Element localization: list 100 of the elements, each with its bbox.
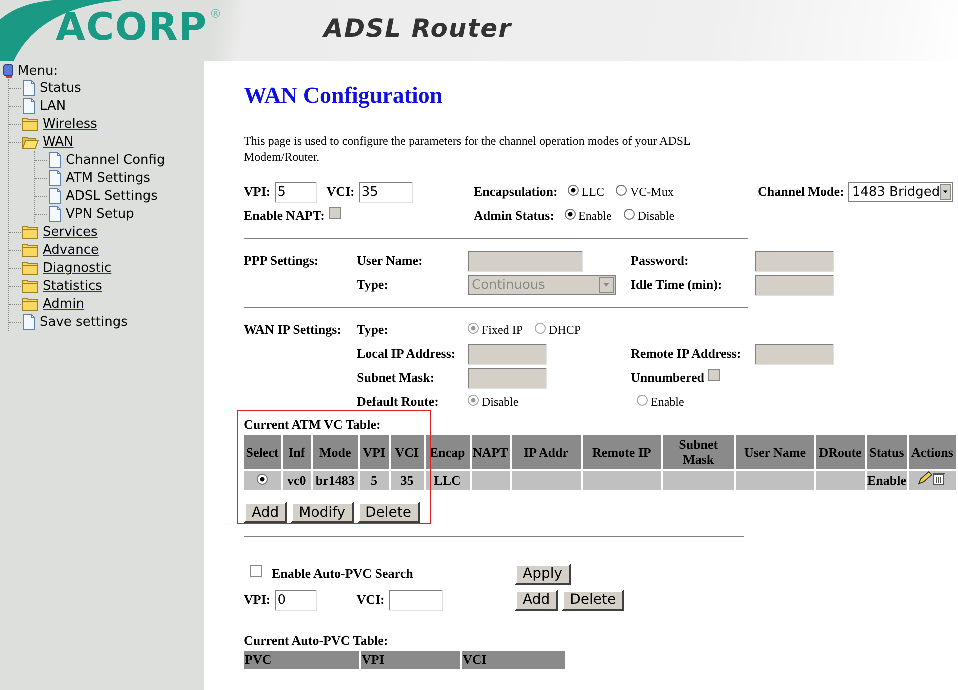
menu-item[interactable]: Status bbox=[40, 80, 82, 96]
vpi-field[interactable]: 5 bbox=[274, 182, 317, 202]
menu-item[interactable]: ADSL Settings bbox=[66, 188, 158, 204]
field-label: Subnet Mask: bbox=[357, 370, 436, 386]
folder-icon bbox=[22, 117, 39, 131]
table-button[interactable]: Modify bbox=[291, 502, 354, 523]
pvc-button[interactable]: Add bbox=[515, 590, 558, 610]
checkbox-label: Enable Auto-PVC Search bbox=[272, 566, 414, 582]
table-cell: br1483 bbox=[312, 471, 358, 490]
radio-label: VC-Mux bbox=[630, 184, 674, 200]
folder-icon bbox=[22, 225, 39, 239]
field-label: VCI: bbox=[326, 184, 355, 200]
logo: ACORP® bbox=[56, 4, 223, 48]
table-cell: Enable bbox=[866, 471, 907, 490]
column-header: VPI bbox=[360, 435, 389, 469]
page-icon bbox=[48, 206, 62, 222]
field-label: Default Route: bbox=[357, 394, 440, 410]
channel-mode-select[interactable]: 1483 Bridged bbox=[848, 182, 954, 202]
table-title: Current ATM VC Table: bbox=[244, 417, 382, 433]
menu-item[interactable]: Wireless bbox=[43, 116, 98, 132]
menu-item[interactable]: VPN Setup bbox=[66, 206, 134, 222]
field-label: Enable NAPT: bbox=[244, 208, 326, 224]
vpi-field[interactable]: 0 bbox=[274, 590, 317, 610]
field-label: Idle Time (min): bbox=[631, 277, 724, 293]
radio-label: Enable bbox=[651, 394, 684, 410]
radio-button[interactable] bbox=[568, 184, 579, 196]
column-header: VCI bbox=[390, 435, 424, 469]
menu-item[interactable]: LAN bbox=[40, 98, 66, 114]
menu-item[interactable]: Channel Config bbox=[66, 152, 166, 168]
field-label: Type: bbox=[357, 322, 390, 338]
column-header: IP Addr bbox=[512, 435, 582, 469]
column-header: VPI bbox=[361, 651, 460, 669]
field-label: Local IP Address: bbox=[357, 346, 457, 362]
radio-button[interactable] bbox=[256, 474, 268, 484]
page-title: WAN Configuration bbox=[244, 83, 444, 109]
column-header: NAPT bbox=[472, 435, 510, 469]
field-label: Admin Status: bbox=[474, 208, 555, 224]
folder-icon bbox=[22, 297, 39, 311]
column-header: Select bbox=[244, 435, 281, 469]
table-cell: 5 bbox=[360, 471, 389, 490]
menu-item[interactable]: Diagnostic bbox=[43, 260, 112, 276]
menu-item[interactable]: Advance bbox=[43, 242, 99, 258]
column-header: Status bbox=[866, 435, 907, 469]
page-icon bbox=[48, 170, 62, 186]
table-title: Current Auto-PVC Table: bbox=[244, 633, 390, 649]
pvc-button[interactable]: Delete bbox=[562, 590, 624, 610]
page-icon bbox=[48, 152, 62, 168]
menu-item[interactable]: Services bbox=[43, 224, 98, 240]
menu-item[interactable]: Save settings bbox=[40, 314, 128, 330]
column-header: Remote IP bbox=[583, 435, 661, 469]
edit-delete-icons[interactable] bbox=[917, 471, 948, 486]
page-icon bbox=[22, 80, 36, 96]
field-label: Unnumbered bbox=[631, 370, 704, 386]
field-label: VPI: bbox=[244, 592, 271, 608]
page-icon bbox=[22, 314, 36, 330]
column-header: User Name bbox=[736, 435, 814, 469]
column-header: DRoute bbox=[816, 435, 865, 469]
field-label: Remote IP Address: bbox=[631, 346, 742, 362]
radio-label: Fixed IP bbox=[482, 322, 524, 338]
open-folder-icon bbox=[22, 135, 39, 149]
checkbox[interactable] bbox=[250, 565, 262, 577]
radio-label: LLC bbox=[582, 184, 604, 200]
table-button[interactable]: Delete bbox=[358, 502, 420, 523]
vci-field[interactable]: 35 bbox=[358, 182, 413, 202]
table-button[interactable]: Add bbox=[244, 502, 288, 523]
table-cell: vc0 bbox=[282, 471, 311, 490]
field-label: Channel Mode: bbox=[758, 184, 844, 200]
column-header: Mode bbox=[312, 435, 358, 469]
app-title: ADSL Router bbox=[324, 14, 512, 43]
table-cell: LLC bbox=[426, 471, 470, 490]
table-cell: 35 bbox=[390, 471, 424, 490]
page-icon bbox=[48, 188, 62, 204]
menu-item[interactable]: Admin bbox=[43, 296, 84, 312]
column-header: Encap bbox=[426, 435, 470, 469]
menu-title: Menu: bbox=[18, 64, 58, 78]
field-label: User Name: bbox=[357, 253, 424, 269]
section-label: WAN IP Settings: bbox=[244, 322, 343, 338]
radio-button[interactable] bbox=[624, 208, 635, 220]
vci-field[interactable] bbox=[388, 590, 443, 610]
radio-button[interactable] bbox=[616, 184, 628, 196]
radio-button[interactable] bbox=[564, 208, 576, 220]
column-header: Inf bbox=[282, 435, 311, 469]
apply-button[interactable]: Apply bbox=[515, 564, 571, 584]
column-header: Actions bbox=[908, 435, 956, 469]
field-label: Encapsulation: bbox=[474, 184, 558, 200]
radio-label: Disable bbox=[482, 394, 519, 410]
menu-item[interactable]: WAN bbox=[43, 134, 74, 150]
radio-label: Enable bbox=[578, 208, 612, 224]
page-icon bbox=[22, 98, 36, 114]
dropdown-caret-icon[interactable] bbox=[940, 184, 952, 200]
field-label: VPI: bbox=[244, 184, 271, 200]
menu-item[interactable]: Statistics bbox=[43, 278, 102, 294]
folder-icon bbox=[22, 261, 39, 275]
page-description: This page is used to configure the parameters for the channel operation modes of your ADSL Modem/Router. bbox=[244, 133, 692, 165]
radio-label: Disable bbox=[638, 208, 675, 224]
field-label: Type: bbox=[357, 277, 390, 293]
column-header: VCI bbox=[462, 651, 565, 669]
section-label: PPP Settings: bbox=[244, 253, 320, 269]
field-label: Password: bbox=[631, 253, 690, 269]
menu-item[interactable]: ATM Settings bbox=[66, 170, 150, 186]
